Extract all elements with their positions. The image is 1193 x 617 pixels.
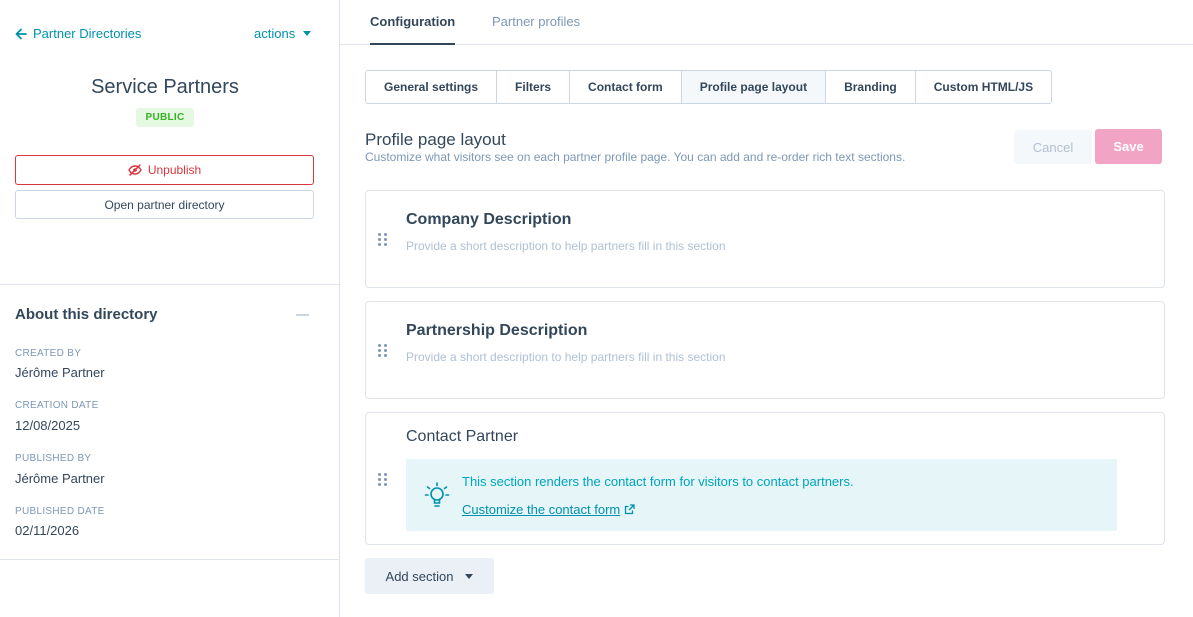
status-badge: PUBLIC — [136, 108, 194, 127]
add-section-label: Add section — [385, 568, 454, 584]
creation-date-label: CREATION DATE — [15, 400, 99, 411]
save-button[interactable]: Save — [1095, 129, 1162, 164]
tab-configuration[interactable]: Configuration — [370, 14, 456, 45]
section-card-contact-partner: Contact Partner This section renders the… — [365, 412, 1165, 545]
created-by-value: Jérôme Partner — [15, 365, 105, 380]
info-callout: This section renders the contact form fo… — [406, 459, 1117, 531]
customize-link-label: Customize the contact form — [462, 502, 621, 517]
drag-handle-icon[interactable] — [378, 473, 388, 487]
open-partner-directory-button[interactable]: Open partner directory — [15, 190, 314, 219]
external-link-icon — [625, 504, 635, 515]
actions-label: actions — [254, 26, 296, 41]
directory-title: Service Partners — [91, 76, 239, 98]
page-title: Profile page layout — [365, 130, 506, 149]
published-by-label: PUBLISHED BY — [15, 453, 92, 464]
section-card-company-description: Company Description Provide a short desc… — [365, 190, 1165, 288]
top-tabs: Configuration Partner profiles — [340, 0, 1193, 45]
section-title: Company Description — [406, 211, 572, 228]
subtab-contact-form[interactable]: Contact form — [570, 71, 682, 103]
chevron-down-icon — [465, 573, 474, 579]
subtab-custom-html-js[interactable]: Custom HTML/JS — [915, 71, 1052, 103]
back-to-partner-directories-link[interactable]: Partner Directories — [15, 26, 141, 41]
published-by-value: Jérôme Partner — [15, 471, 105, 486]
subtab-profile-page-layout[interactable]: Profile page layout — [681, 71, 827, 103]
about-section-title: About this directory — [15, 306, 158, 323]
divider — [0, 284, 339, 285]
section-hint[interactable]: Provide a short description to help part… — [406, 350, 726, 364]
unpublish-label: Unpublish — [147, 163, 202, 177]
created-by-label: CREATED BY — [15, 348, 82, 359]
divider — [0, 559, 339, 560]
actions-dropdown[interactable]: actions — [254, 26, 312, 41]
published-date-value: 02/11/2026 — [15, 523, 80, 538]
sidebar: Partner Directories actions Service Part… — [0, 0, 340, 617]
chevron-down-icon — [303, 31, 312, 36]
customize-contact-form-link[interactable]: Customize the contact form — [462, 502, 635, 517]
cancel-button[interactable]: Cancel — [1014, 130, 1092, 164]
section-title: Contact Partner — [406, 428, 519, 445]
published-date-label: PUBLISHED DATE — [15, 506, 105, 517]
drag-handle-icon[interactable] — [378, 233, 388, 247]
add-section-button[interactable]: Add section — [365, 558, 494, 594]
open-directory-label: Open partner directory — [104, 197, 225, 212]
section-title: Partnership Description — [406, 322, 588, 339]
collapse-icon[interactable] — [296, 314, 309, 316]
info-text: This section renders the contact form fo… — [462, 474, 854, 489]
tab-partner-profiles[interactable]: Partner profiles — [492, 14, 580, 43]
subtab-general-settings[interactable]: General settings — [366, 71, 498, 103]
page-description: Customize what visitors see on each part… — [365, 150, 906, 164]
creation-date-value: 12/08/2025 — [15, 418, 81, 433]
section-hint[interactable]: Provide a short description to help part… — [406, 239, 726, 253]
eye-slash-icon — [128, 164, 142, 176]
settings-subtabs: General settings Filters Contact form Pr… — [365, 70, 1053, 104]
arrow-left-icon — [15, 28, 27, 39]
drag-handle-icon[interactable] — [378, 344, 388, 358]
unpublish-button[interactable]: Unpublish — [15, 155, 314, 185]
main-content: Configuration Partner profiles General s… — [340, 0, 1193, 617]
subtab-filters[interactable]: Filters — [497, 71, 571, 103]
subtab-branding[interactable]: Branding — [826, 71, 916, 103]
back-link-label: Partner Directories — [33, 26, 142, 41]
lightbulb-icon — [424, 482, 450, 507]
section-card-partnership-description: Partnership Description Provide a short … — [365, 301, 1165, 399]
